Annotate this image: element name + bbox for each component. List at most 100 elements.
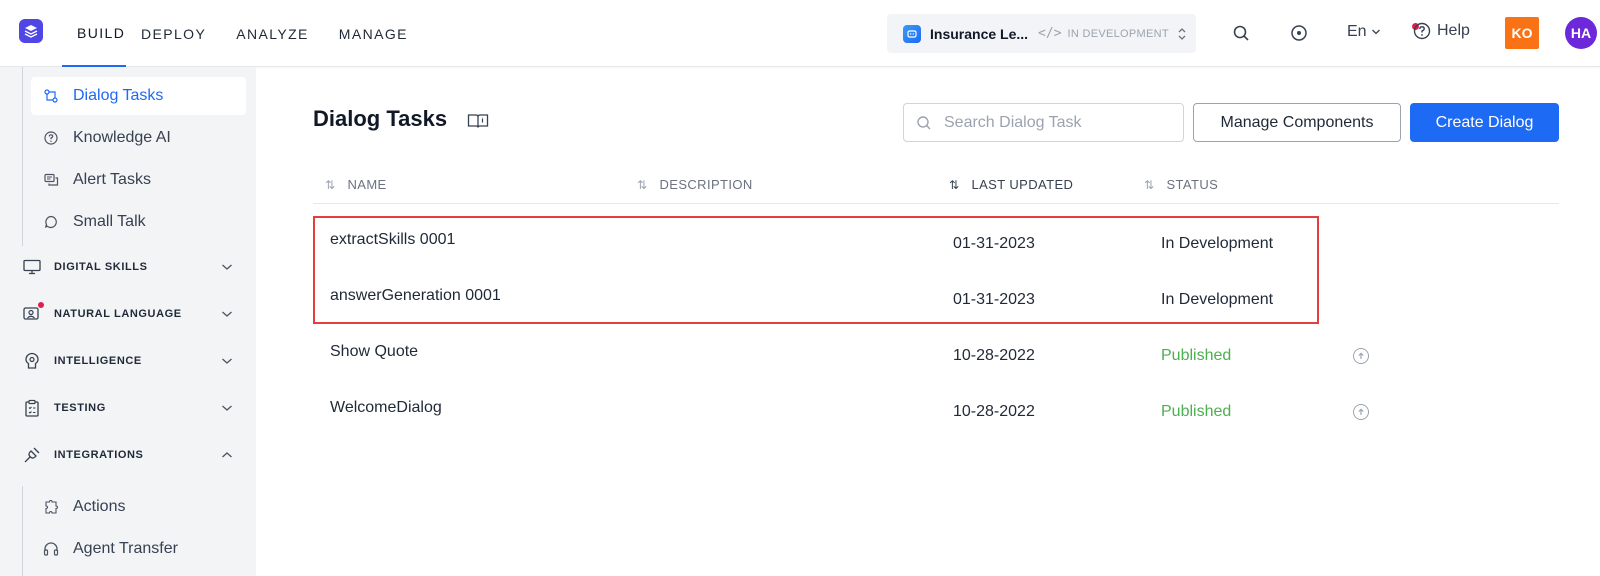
nlp-icon bbox=[22, 302, 44, 324]
upload-icon[interactable] bbox=[1353, 404, 1369, 420]
status-badge: In Development bbox=[1161, 235, 1274, 252]
column-header-last-updated[interactable]: ⇅ LAST UPDATED bbox=[949, 177, 1073, 192]
group-label: TESTING bbox=[54, 402, 106, 414]
monitor-icon bbox=[22, 257, 42, 277]
task-name: WelcomeDialog bbox=[330, 399, 442, 416]
nav-manage[interactable]: MANAGE bbox=[324, 0, 423, 67]
workspace-avatar[interactable]: KO bbox=[1505, 17, 1539, 49]
sidebar-group-testing[interactable]: TESTING bbox=[0, 388, 256, 428]
sidebar-rail bbox=[22, 67, 23, 246]
create-dialog-button[interactable]: Create Dialog bbox=[1410, 103, 1559, 142]
language-selector[interactable]: En bbox=[1347, 23, 1381, 41]
nav-build[interactable]: BUILD bbox=[62, 0, 126, 67]
dialog-icon bbox=[43, 88, 59, 104]
last-updated: 10-28-2022 bbox=[953, 347, 1035, 364]
nav-deploy[interactable]: DEPLOY bbox=[126, 0, 221, 67]
last-updated: 10-28-2022 bbox=[953, 403, 1035, 420]
bot-name: Insurance Le... bbox=[930, 25, 1029, 42]
record-icon[interactable] bbox=[1288, 22, 1310, 44]
puzzle-icon bbox=[43, 499, 59, 515]
sidebar-group-digital-skills[interactable]: DIGITAL SKILLS bbox=[0, 247, 256, 287]
chevron-up-icon bbox=[220, 451, 234, 459]
help-label: Help bbox=[1437, 22, 1470, 39]
manage-components-button[interactable]: Manage Components bbox=[1193, 103, 1401, 142]
column-label: STATUS bbox=[1166, 177, 1219, 192]
user-avatar[interactable]: HA bbox=[1565, 17, 1597, 49]
sort-icon: ⇅ bbox=[949, 177, 960, 192]
chat-bubble-icon bbox=[43, 214, 59, 230]
table-header: ⇅ NAME ⇅ DESCRIPTION ⇅ LAST UPDATED ⇅ ST… bbox=[313, 167, 1559, 204]
sidebar-group-integrations[interactable]: INTEGRATIONS bbox=[0, 435, 256, 475]
sort-icon: ⇅ bbox=[1144, 177, 1155, 192]
task-name: answerGeneration 0001 bbox=[330, 287, 501, 304]
sidebar-item-label: Knowledge AI bbox=[73, 129, 171, 146]
app-logo-icon[interactable] bbox=[19, 19, 43, 43]
group-label: DIGITAL SKILLS bbox=[54, 261, 148, 273]
help-icon bbox=[1413, 22, 1431, 40]
last-updated: 01-31-2023 bbox=[953, 235, 1035, 252]
code-icon: </> bbox=[1038, 26, 1062, 41]
sidebar-group-intelligence[interactable]: INTELLIGENCE bbox=[0, 341, 256, 381]
headset-icon bbox=[43, 541, 59, 557]
sort-icon: ⇅ bbox=[637, 177, 648, 192]
sidebar-rail bbox=[22, 486, 23, 576]
status-badge: Published bbox=[1161, 403, 1232, 420]
column-label: DESCRIPTION bbox=[659, 177, 753, 192]
chevron-down-icon bbox=[220, 263, 234, 271]
nav-analyze[interactable]: ANALYZE bbox=[221, 0, 324, 67]
group-label: NATURAL LANGUAGE bbox=[54, 308, 182, 320]
sidebar: Dialog Tasks Knowledge AI Alert Tasks Sm… bbox=[0, 67, 256, 576]
search-icon[interactable] bbox=[1230, 22, 1252, 44]
alert-chat-icon bbox=[43, 172, 59, 188]
notification-dot bbox=[38, 302, 44, 308]
table-row[interactable]: WelcomeDialog 10-28-2022 Published bbox=[313, 384, 1559, 440]
task-name: extractSkills 0001 bbox=[330, 231, 456, 248]
chevron-down-icon bbox=[220, 357, 234, 365]
bot-selector[interactable]: Insurance Le... </> IN DEVELOPMENT bbox=[887, 14, 1196, 53]
column-header-status[interactable]: ⇅ STATUS bbox=[1144, 177, 1218, 192]
search-icon bbox=[916, 115, 932, 131]
column-header-name[interactable]: ⇅ NAME bbox=[325, 177, 387, 192]
column-label: NAME bbox=[347, 177, 387, 192]
clipboard-icon bbox=[22, 398, 42, 418]
main-nav: BUILD DEPLOY ANALYZE MANAGE bbox=[62, 0, 423, 67]
upload-icon[interactable] bbox=[1353, 348, 1369, 364]
bot-icon bbox=[903, 24, 921, 43]
search-field[interactable] bbox=[903, 103, 1184, 142]
sidebar-item-small-talk[interactable]: Small Talk bbox=[31, 203, 246, 241]
sidebar-item-label: Alert Tasks bbox=[73, 171, 151, 188]
column-label: LAST UPDATED bbox=[971, 177, 1074, 192]
sidebar-item-alert-tasks[interactable]: Alert Tasks bbox=[31, 161, 246, 199]
plug-icon bbox=[22, 445, 42, 465]
help-button[interactable]: Help bbox=[1413, 22, 1470, 40]
question-circle-icon bbox=[43, 130, 59, 146]
column-header-description[interactable]: ⇅ DESCRIPTION bbox=[637, 177, 753, 192]
top-bar: BUILD DEPLOY ANALYZE MANAGE Insurance Le… bbox=[0, 0, 1600, 67]
chevron-down-icon bbox=[220, 404, 234, 412]
table-row[interactable]: extractSkills 0001 01-31-2023 In Develop… bbox=[313, 216, 1559, 272]
sort-icon: ⇅ bbox=[325, 177, 336, 192]
sidebar-item-label: Dialog Tasks bbox=[73, 87, 164, 104]
sidebar-item-dialog-tasks[interactable]: Dialog Tasks bbox=[31, 77, 246, 115]
bot-status: IN DEVELOPMENT bbox=[1067, 27, 1169, 40]
sidebar-group-natural-language[interactable]: NATURAL LANGUAGE bbox=[0, 294, 256, 334]
last-updated: 01-31-2023 bbox=[953, 291, 1035, 308]
status-badge: Published bbox=[1161, 347, 1232, 364]
search-input[interactable] bbox=[944, 113, 1164, 132]
chevron-down-icon bbox=[1371, 23, 1381, 40]
status-badge: In Development bbox=[1161, 291, 1274, 308]
page-title: Dialog Tasks bbox=[313, 106, 448, 131]
sidebar-item-knowledge-ai[interactable]: Knowledge AI bbox=[31, 119, 246, 157]
chevron-down-icon bbox=[220, 310, 234, 318]
table-row[interactable]: answerGeneration 0001 01-31-2023 In Deve… bbox=[313, 272, 1559, 328]
sidebar-item-agent-transfer[interactable]: Agent Transfer bbox=[31, 530, 246, 568]
table-row[interactable]: Show Quote 10-28-2022 Published bbox=[313, 328, 1559, 384]
sidebar-item-label: Small Talk bbox=[73, 213, 146, 230]
chevron-up-down-icon bbox=[1177, 26, 1187, 42]
group-label: INTELLIGENCE bbox=[54, 355, 142, 367]
sidebar-item-actions[interactable]: Actions bbox=[31, 488, 246, 526]
book-icon[interactable] bbox=[467, 113, 489, 134]
sidebar-item-label: Agent Transfer bbox=[73, 540, 178, 557]
sidebar-item-label: Actions bbox=[73, 498, 126, 515]
group-label: INTEGRATIONS bbox=[54, 449, 144, 461]
